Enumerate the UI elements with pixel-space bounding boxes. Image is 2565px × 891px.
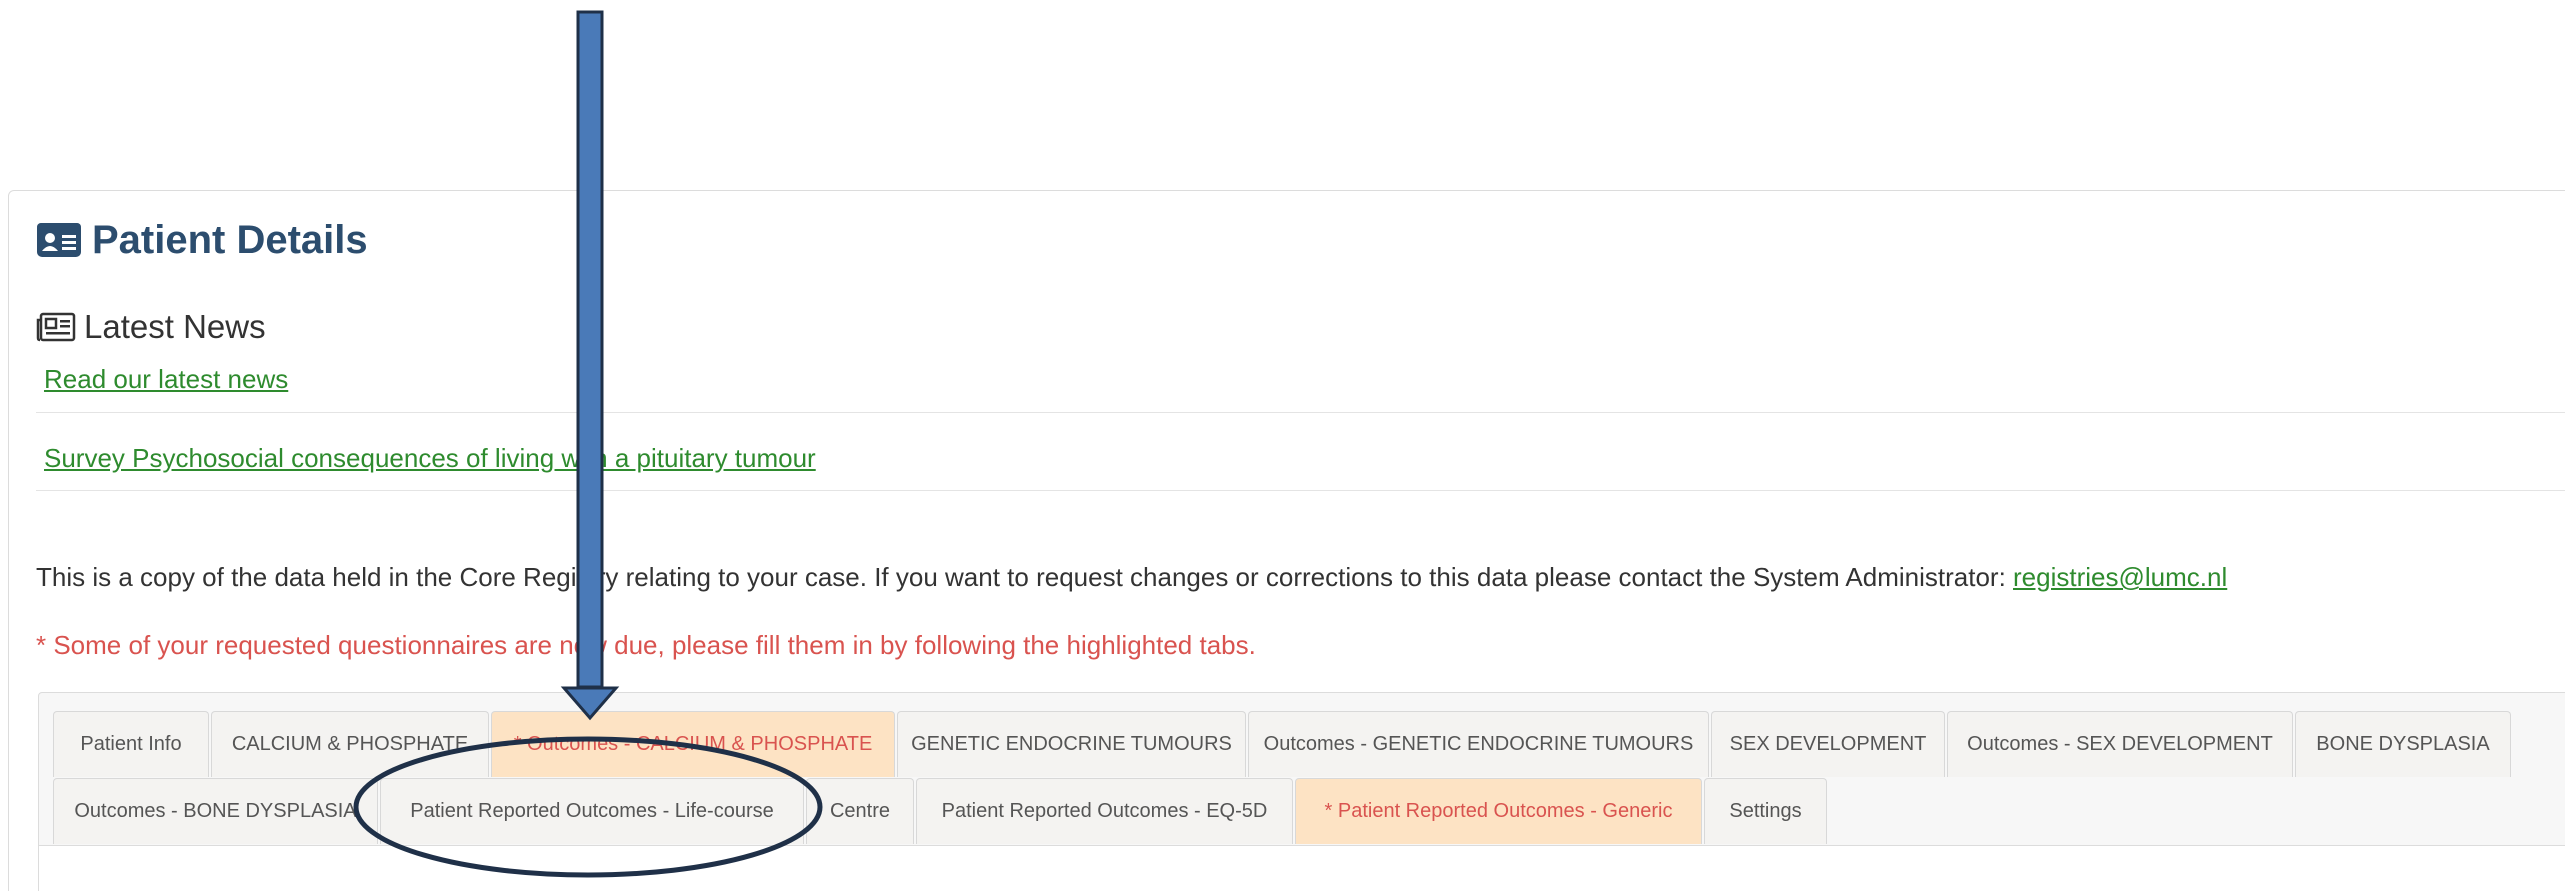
tab-patient-reported-outcomes-eq-5d[interactable]: Patient Reported Outcomes - EQ-5D <box>916 778 1293 844</box>
page: Patient Details Latest News Read our lat… <box>0 0 2565 891</box>
tab-patient-info[interactable]: Patient Info <box>53 711 209 777</box>
id-card-icon <box>37 223 81 257</box>
tab-outcomes-genetic-endocrine-tumours[interactable]: Outcomes - GENETIC ENDOCRINE TUMOURS <box>1248 711 1709 777</box>
registry-info-text: This is a copy of the data held in the C… <box>36 562 2227 593</box>
tab-sex-development[interactable]: SEX DEVELOPMENT <box>1711 711 1945 777</box>
news-link-latest-news[interactable]: Read our latest news <box>44 364 288 395</box>
news-link-survey[interactable]: Survey Psychosocial consequences of livi… <box>44 443 816 474</box>
page-title: Patient Details <box>36 215 368 265</box>
tab-outcomes-sex-development[interactable]: Outcomes - SEX DEVELOPMENT <box>1947 711 2293 777</box>
newspaper-icon <box>36 312 76 342</box>
tab-genetic-endocrine-tumours[interactable]: GENETIC ENDOCRINE TUMOURS <box>897 711 1246 777</box>
tab-settings[interactable]: Settings <box>1704 778 1827 844</box>
tab-outcomes-bone-dysplasia[interactable]: Outcomes - BONE DYSPLASIA <box>53 778 378 844</box>
admin-email-link[interactable]: registries@lumc.nl <box>2013 562 2227 592</box>
tab-bone-dysplasia[interactable]: BONE DYSPLASIA <box>2295 711 2511 777</box>
questionnaire-alert: * Some of your requested questionnaires … <box>36 630 1256 660</box>
page-title-text: Patient Details <box>92 217 368 262</box>
latest-news-heading-text: Latest News <box>84 308 266 345</box>
latest-news-heading: Latest News <box>36 305 266 349</box>
divider <box>36 412 2565 413</box>
tab-content-area <box>39 845 2565 891</box>
tab-calcium-phosphate[interactable]: CALCIUM & PHOSPHATE <box>211 711 489 777</box>
divider <box>36 490 2565 491</box>
registry-info-message: This is a copy of the data held in the C… <box>36 562 2014 592</box>
tab-patient-reported-outcomes-life-course[interactable]: Patient Reported Outcomes - Life-course <box>380 778 804 844</box>
tab-patient-reported-outcomes-generic[interactable]: * Patient Reported Outcomes - Generic <box>1295 778 1702 844</box>
tab-outcomes-calcium-phosphate[interactable]: * Outcomes - CALCIUM & PHOSPHATE <box>491 711 895 777</box>
tab-centre[interactable]: Centre <box>806 778 914 844</box>
